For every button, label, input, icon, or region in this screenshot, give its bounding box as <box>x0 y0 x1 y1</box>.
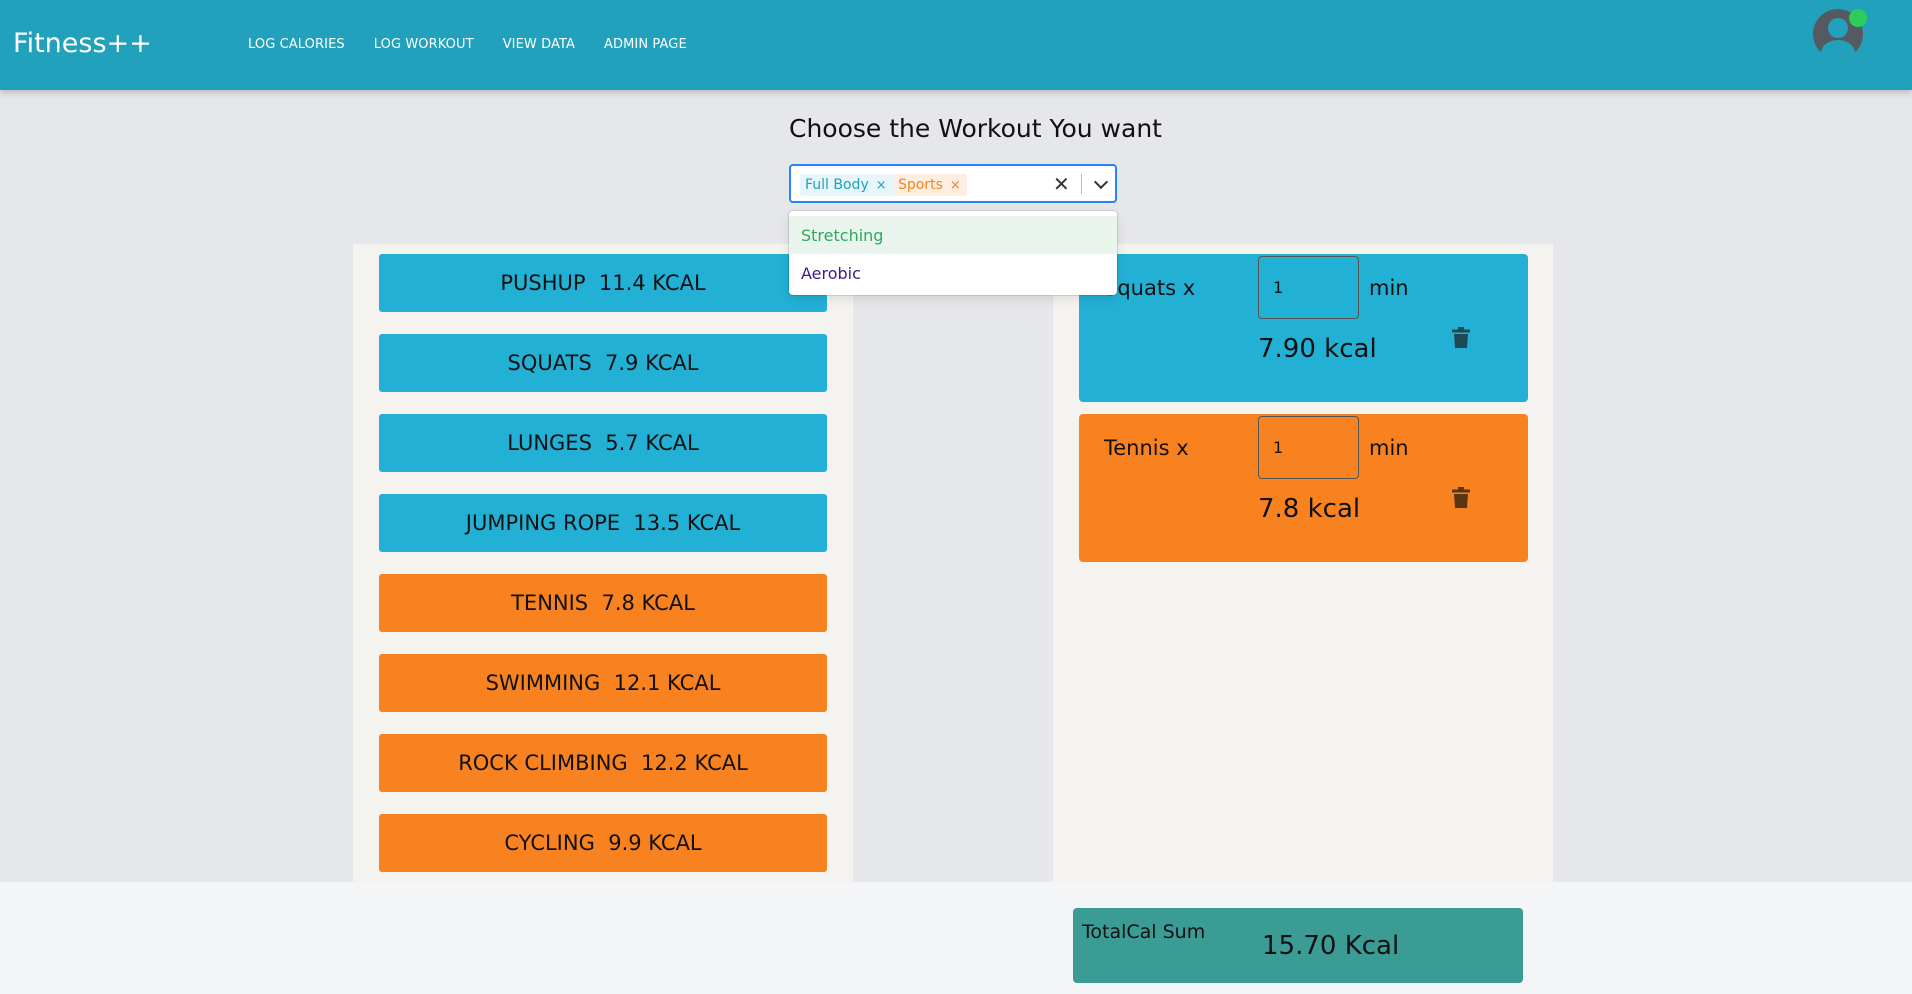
remove-tag-icon[interactable]: × <box>869 178 893 193</box>
minutes-unit-label: min <box>1369 276 1409 300</box>
nav-log-calories[interactable]: LOG CALORIES <box>248 37 345 52</box>
workout-kcal: 7.8 kcal <box>1258 494 1361 524</box>
online-status-dot <box>1849 9 1867 27</box>
workout-button-squats[interactable]: SQUATS 7.9 KCAL <box>379 334 827 392</box>
chevron-down-icon[interactable] <box>1093 174 1109 190</box>
category-dropdown-menu: Stretching Aerobic <box>789 211 1117 295</box>
selected-workouts-panel: Squats x min 7.90 kcal Tennis x min 7.8 … <box>1053 244 1553 882</box>
selected-workout-card-tennis: Tennis x min 7.8 kcal <box>1079 414 1528 562</box>
total-label: TotalCal Sum <box>1082 921 1206 943</box>
total-calories-box: TotalCal Sum 15.70 Kcal <box>1073 908 1523 983</box>
workout-button-pushup[interactable]: PUSHUP 11.4 KCAL <box>379 254 827 312</box>
nav-view-data[interactable]: VIEW DATA <box>503 37 575 52</box>
nav-links: LOG CALORIES LOG WORKOUT VIEW DATA ADMIN… <box>248 37 716 52</box>
remove-tag-icon[interactable]: × <box>943 178 967 193</box>
tag-label: Sports <box>898 177 943 193</box>
footer-area <box>0 882 1912 994</box>
selected-tag-full-body: Full Body × <box>800 174 893 196</box>
avatar-head-shape <box>1828 18 1848 38</box>
trash-icon[interactable] <box>1452 487 1470 508</box>
navbar: Fitness++ LOG CALORIES LOG WORKOUT VIEW … <box>0 0 1912 90</box>
nav-admin-page[interactable]: ADMIN PAGE <box>604 37 687 52</box>
brand-logo[interactable]: Fitness++ <box>13 28 152 59</box>
selected-workout-card-squats: Squats x min 7.90 kcal <box>1079 254 1528 402</box>
trash-icon[interactable] <box>1452 327 1470 348</box>
workout-name: Tennis x <box>1104 436 1189 460</box>
option-aerobic[interactable]: Aerobic <box>789 254 1117 292</box>
select-separator <box>1081 174 1082 194</box>
workout-button-lunges[interactable]: LUNGES 5.7 KCAL <box>379 414 827 472</box>
workout-button-tennis[interactable]: TENNIS 7.8 KCAL <box>379 574 827 632</box>
clear-selection-icon[interactable]: ✕ <box>1053 172 1070 197</box>
nav-log-workout[interactable]: LOG WORKOUT <box>374 37 474 52</box>
workout-button-swimming[interactable]: SWIMMING 12.1 KCAL <box>379 654 827 712</box>
minutes-input[interactable] <box>1258 256 1359 319</box>
workout-button-rock-climbing[interactable]: ROCK CLIMBING 12.2 KCAL <box>379 734 827 792</box>
workout-name: Squats x <box>1104 276 1196 300</box>
workout-list-panel: PUSHUP 11.4 KCAL SQUATS 7.9 KCAL LUNGES … <box>353 244 853 882</box>
minutes-input[interactable] <box>1258 416 1359 479</box>
avatar-shoulders-shape <box>1821 40 1855 59</box>
page-title: Choose the Workout You want <box>789 114 1162 143</box>
workout-category-select[interactable]: Full Body × Sports × ✕ <box>789 164 1117 203</box>
selected-tag-sports: Sports × <box>893 174 967 196</box>
workout-button-jumping-rope[interactable]: JUMPING ROPE 13.5 KCAL <box>379 494 827 552</box>
minutes-unit-label: min <box>1369 436 1409 460</box>
tag-label: Full Body <box>805 177 869 193</box>
workout-kcal: 7.90 kcal <box>1258 334 1377 364</box>
total-value: 15.70 Kcal <box>1262 931 1400 961</box>
workout-button-cycling[interactable]: CYCLING 9.9 KCAL <box>379 814 827 872</box>
option-stretching[interactable]: Stretching <box>789 216 1117 254</box>
